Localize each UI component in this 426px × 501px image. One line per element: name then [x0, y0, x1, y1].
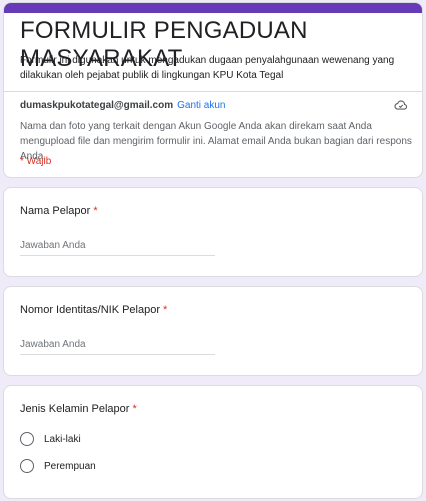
radio-button[interactable]	[20, 432, 34, 446]
header-accent-bar	[4, 3, 422, 13]
form-header-card: FORMULIR PENGADUAN MASYARAKAT Formulir i…	[3, 2, 423, 178]
question-card-jenis-kelamin: Jenis Kelamin Pelapor * Laki-laki Perempu…	[3, 385, 423, 499]
question-card-nik: Nomor Identitas/NIK Pelapor *	[3, 286, 423, 376]
account-email: dumaskpukotategal@gmail.com	[20, 99, 174, 111]
required-note: * Wajib	[20, 156, 52, 167]
switch-account-link[interactable]: Ganti akun	[177, 100, 225, 111]
question-title: Nomor Identitas/NIK Pelapor *	[20, 304, 167, 316]
radio-button[interactable]	[20, 459, 34, 473]
required-asterisk: *	[93, 205, 98, 217]
question-title: Nama Pelapor *	[20, 205, 98, 217]
header-divider	[4, 91, 422, 92]
radio-option-perempuan[interactable]: Perempuan	[20, 459, 96, 473]
question-title: Jenis Kelamin Pelapor *	[20, 403, 137, 415]
option-label: Perempuan	[44, 460, 96, 472]
nama-pelapor-input[interactable]	[20, 236, 215, 256]
radio-option-laki-laki[interactable]: Laki-laki	[20, 432, 81, 446]
question-label: Nomor Identitas/NIK Pelapor	[20, 304, 161, 316]
cloud-save-icon	[394, 100, 408, 110]
option-label: Laki-laki	[44, 433, 81, 445]
required-asterisk: *	[163, 304, 168, 316]
privacy-notice: Nama dan foto yang terkait dengan Akun G…	[20, 121, 412, 162]
form-description: Formulir ini digunakan untuk mengadukan …	[20, 55, 395, 81]
account-row: dumaskpukotategal@gmail.com Ganti akun	[20, 97, 408, 113]
question-card-nama: Nama Pelapor *	[3, 187, 423, 277]
question-label: Jenis Kelamin Pelapor	[20, 403, 130, 415]
nik-pelapor-input[interactable]	[20, 335, 215, 355]
question-label: Nama Pelapor	[20, 205, 91, 217]
required-asterisk: *	[132, 403, 137, 415]
